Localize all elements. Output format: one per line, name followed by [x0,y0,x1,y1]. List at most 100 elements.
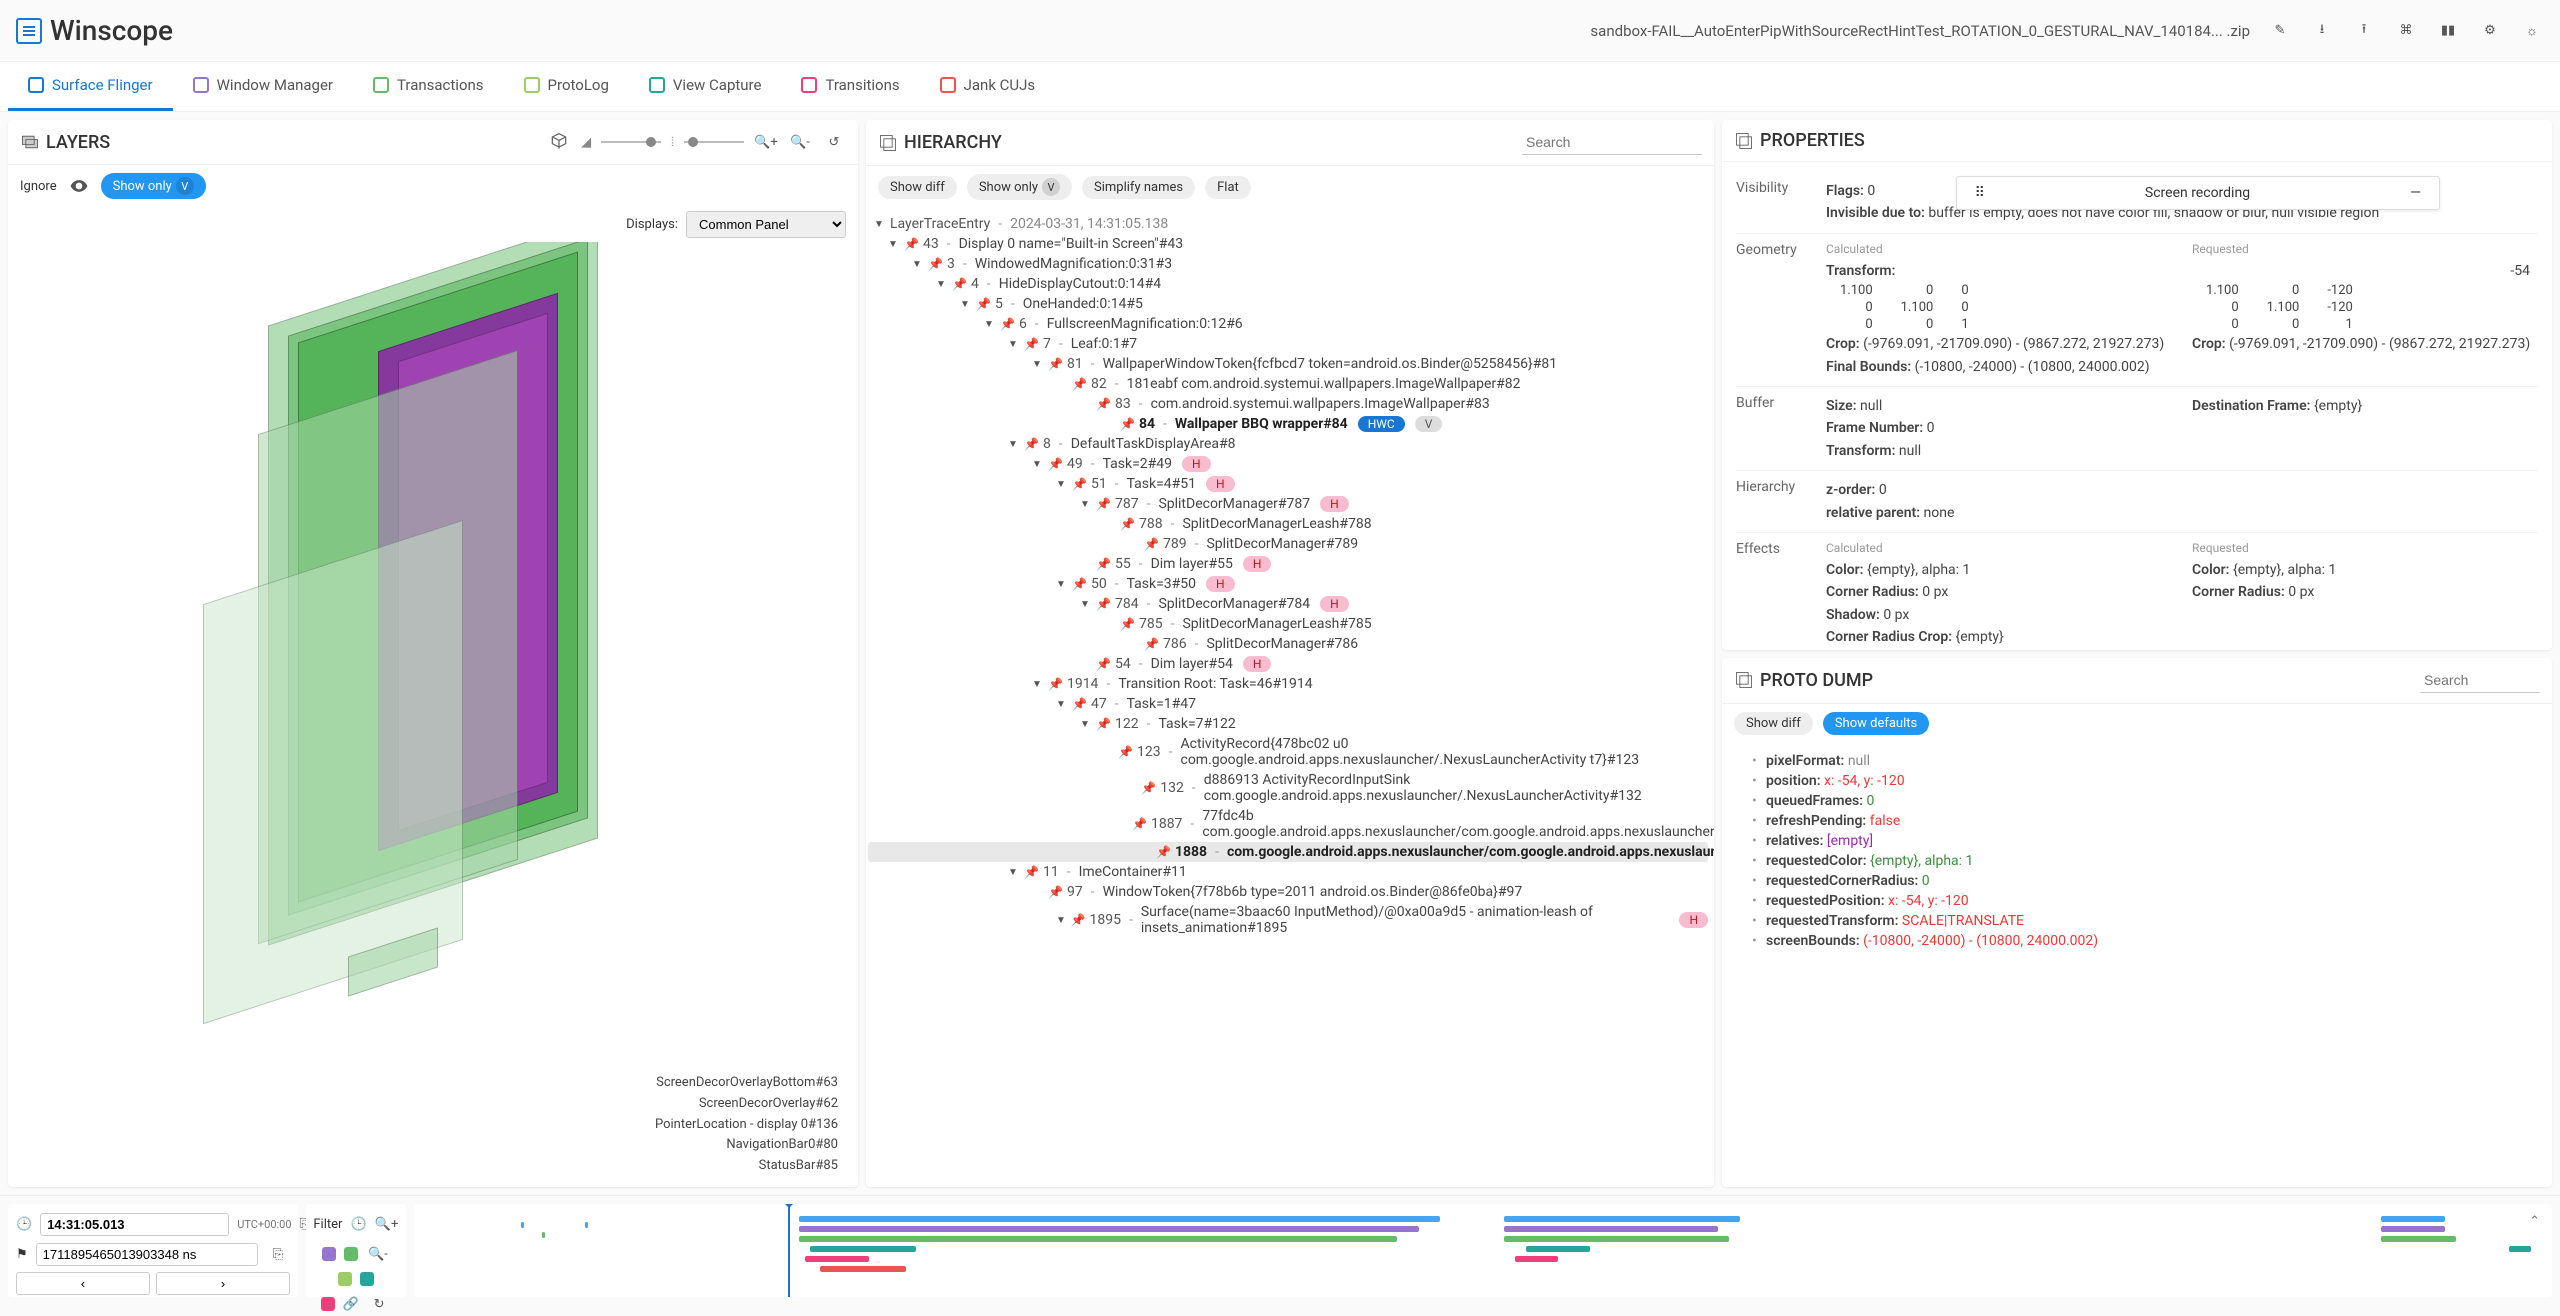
proto-item[interactable]: queuedFrames: 0 [1736,791,2538,811]
tree-node[interactable]: 📌788-SplitDecorManagerLeash#788 [868,514,1708,534]
tree-node[interactable]: ▼📌50-Task=3#50H [868,574,1708,594]
download-icon[interactable]: ⭳ [2310,19,2334,43]
tree-node[interactable]: ▼📌43-Display 0 name="Built-in Screen"#43 [868,234,1708,254]
screen-recording-pill[interactable]: ⠿ Screen recording — [1956,176,2440,210]
tree-node[interactable]: 📌84-Wallpaper BBQ wrapper#84HWCV [868,414,1708,434]
tree-node[interactable]: ▼📌787-SplitDecorManager#787H [868,494,1708,514]
tree-node[interactable]: 📌83-com.android.systemui.wallpapers.Imag… [868,394,1708,414]
proto-show-diff-chip[interactable]: Show diff [1734,712,1813,735]
tree-node[interactable]: ▼📌1895-Surface(name=3baac60 InputMethod)… [868,902,1708,938]
tree-node[interactable]: 📌786-SplitDecorManager#786 [868,634,1708,654]
next-button[interactable]: › [156,1272,290,1295]
tab-view-capture[interactable]: View Capture [629,62,782,111]
tree-node[interactable]: 📌132-d886913 ActivityRecordInputSink com… [868,770,1708,806]
cube-icon[interactable] [547,130,571,154]
hierarchy-prop-label: Hierarchy [1736,479,1826,524]
tree-node[interactable]: ▼📌4-HideDisplayCutout:0:14#4 [868,274,1708,294]
layers-viz[interactable]: ScreenDecorOverlayBottom#63ScreenDecorOv… [8,242,858,1187]
perspective-angle-icon: ◢ [581,135,591,150]
copy-ns-icon[interactable]: ⎘ [266,1242,290,1266]
displays-select[interactable]: Common Panel [686,211,846,238]
tree-node[interactable]: ▼📌3-WindowedMagnification:0:31#3 [868,254,1708,274]
filter-clock-icon[interactable]: 🕒 [350,1217,366,1232]
tree-node[interactable]: 📌1887-77fdc4b com.google.android.apps.ne… [868,806,1708,842]
hierarchy-search[interactable] [1522,130,1702,155]
perspective-depth-icon: ⦙ [671,135,674,150]
proto-item[interactable]: requestedCornerRadius: 0 [1736,871,2538,891]
show-only-chip[interactable]: Show onlyV [101,173,206,199]
tree-node[interactable]: 📌789-SplitDecorManager#789 [868,534,1708,554]
tree-node[interactable]: ▼📌81-WallpaperWindowToken{fcfbcd7 token=… [868,354,1708,374]
hierarchy-panel: HIERARCHY Show diff Show onlyV Simplify … [866,120,1714,1187]
tab-jank-cujs[interactable]: Jank CUJs [920,62,1056,111]
edit-icon[interactable]: ✎ [2268,19,2292,43]
tree-node[interactable]: ▼📌784-SplitDecorManager#784H [868,594,1708,614]
refresh-tl-icon[interactable]: ↻ [367,1292,391,1316]
proto-item[interactable]: refreshPending: false [1736,811,2538,831]
timeline-track[interactable]: ⌃ [414,1204,2552,1297]
ignore-label: Ignore [20,179,57,194]
proto-item[interactable]: relatives: [empty] [1736,831,2538,851]
settings-icon[interactable]: ⚙ [2478,19,2502,43]
tree-node[interactable]: ▼📌11-ImeContainer#11 [868,862,1708,882]
time-input[interactable] [40,1213,229,1236]
drag-handle-icon[interactable]: ⠿ [1975,185,1985,201]
minimize-icon[interactable]: — [2410,185,2421,201]
flat-chip[interactable]: Flat [1205,176,1251,199]
folder-icon[interactable]: ▮▮ [2436,19,2460,43]
prev-button[interactable]: ‹ [16,1272,150,1295]
tree-node[interactable]: ▼📌8-DefaultTaskDisplayArea#8 [868,434,1708,454]
brightness-icon[interactable]: ☼ [2520,19,2544,43]
tab-transactions[interactable]: Transactions [353,62,504,111]
stack-icon [20,132,40,152]
proto-item[interactable]: requestedColor: {empty}, alpha: 1 [1736,851,2538,871]
tree-node[interactable]: ▼📌7-Leaf:0:1#7 [868,334,1708,354]
zoom-in-icon[interactable]: 🔍+ [754,130,778,154]
tree-node[interactable]: 📌123-ActivityRecord{478bc02 u0 com.googl… [868,734,1708,770]
effects-label: Effects [1736,541,1826,650]
proto-item[interactable]: requestedTransform: SCALE|TRANSLATE [1736,911,2538,931]
tree-node[interactable]: 📌785-SplitDecorManagerLeash#785 [868,614,1708,634]
proto-item[interactable]: pixelFormat: null [1736,751,2538,771]
tab-protolog[interactable]: ProtoLog [504,62,629,111]
tree-node[interactable]: ▼📌47-Task=1#47 [868,694,1708,714]
proto-item[interactable]: requestedPosition: x: -54, y: -120 [1736,891,2538,911]
zoom-in-tl-icon[interactable]: 🔍+ [375,1212,399,1236]
tree-node[interactable]: 📌97-WindowToken{7f78b6b type=2011 androi… [868,882,1708,902]
link-icon[interactable]: 🔗 [343,1297,359,1312]
tab-window-manager[interactable]: Window Manager [173,62,353,111]
filter-label: Filter [313,1217,342,1232]
tree-node[interactable]: 📌54-Dim layer#54H [868,654,1708,674]
ns-input[interactable] [36,1243,258,1266]
hierarchy-tree[interactable]: ▼LayerTraceEntry-2024-03-31, 14:31:05.13… [866,208,1714,1187]
proto-search[interactable] [2420,668,2540,693]
tab-transitions[interactable]: Transitions [781,62,919,111]
zoom-out-icon[interactable]: 🔍- [788,130,812,154]
tree-node[interactable]: ▼📌122-Task=7#122 [868,714,1708,734]
trace-tabs: Surface FlingerWindow ManagerTransaction… [0,62,2560,112]
tree-node[interactable]: 📌1888-com.google.android.apps.nexuslaunc… [868,842,1708,862]
proto-item[interactable]: screenBounds: (-10800, -24000) - (10800,… [1736,931,2538,951]
expand-timeline-icon[interactable]: ⌃ [2529,1214,2540,1229]
tree-node[interactable]: ▼📌5-OneHanded:0:14#5 [868,294,1708,314]
tree-node[interactable]: 📌55-Dim layer#55H [868,554,1708,574]
reset-icon[interactable]: ↺ [822,130,846,154]
simplify-names-chip[interactable]: Simplify names [1082,176,1195,199]
zoom-out-tl-icon[interactable]: 🔍- [366,1242,390,1266]
visibility-icon[interactable] [67,174,91,198]
tree-node[interactable]: ▼📌6-FullscreenMagnification:0:12#6 [868,314,1708,334]
rotate-slider[interactable] [601,141,661,143]
proto-list[interactable]: pixelFormat: nullposition: x: -54, y: -1… [1722,743,2552,1188]
tree-node[interactable]: ▼📌51-Task=4#51H [868,474,1708,494]
tab-surface-flinger[interactable]: Surface Flinger [8,62,173,111]
tree-node[interactable]: ▼📌49-Task=2#49H [868,454,1708,474]
tree-node[interactable]: ▼📌1914-Transition Root: Task=46#1914 [868,674,1708,694]
show-diff-chip[interactable]: Show diff [878,176,957,199]
command-icon[interactable]: ⌘ [2394,19,2418,43]
proto-show-defaults-chip[interactable]: Show defaults [1823,712,1929,735]
show-only-v-chip[interactable]: Show onlyV [967,174,1072,200]
upload-icon[interactable]: ⭱ [2352,19,2376,43]
spacing-slider[interactable] [684,141,744,143]
proto-item[interactable]: position: x: -54, y: -120 [1736,771,2538,791]
tree-node[interactable]: 📌82-181eabf com.android.systemui.wallpap… [868,374,1708,394]
